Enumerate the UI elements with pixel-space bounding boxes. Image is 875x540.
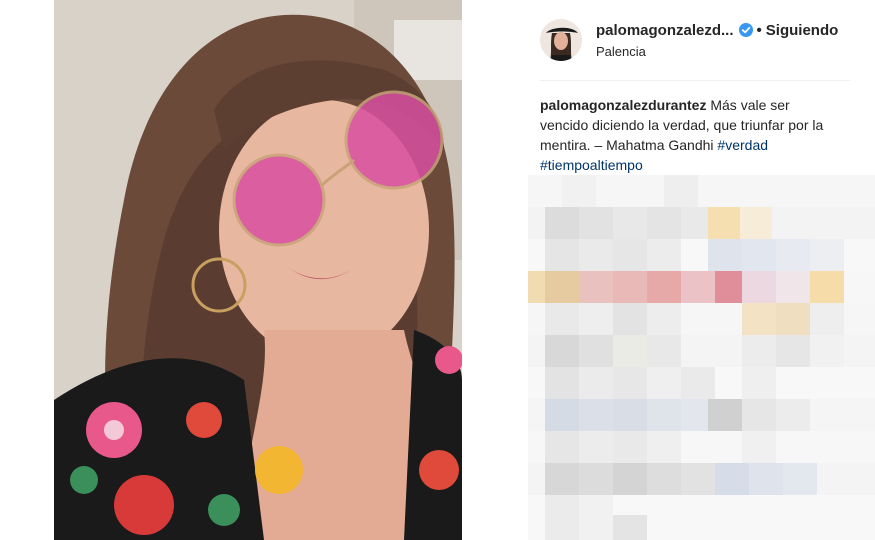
caption-username-link[interactable]: palomagonzalezdurantez xyxy=(540,97,706,113)
avatar-image xyxy=(540,19,582,61)
header-text: palomagonzalezd... • Siguiendo Palencia xyxy=(596,22,838,59)
follow-status-button[interactable]: Siguiendo xyxy=(766,22,839,39)
post-header: palomagonzalezd... • Siguiendo Palencia xyxy=(540,14,855,66)
location-link[interactable]: Palencia xyxy=(596,44,838,59)
hashtag-link[interactable]: #tiempoaltiempo xyxy=(540,157,643,173)
post-photo-image xyxy=(54,0,462,540)
blurred-comments xyxy=(528,175,875,540)
post-photo[interactable] xyxy=(54,0,462,540)
username-link[interactable]: palomagonzalezd... xyxy=(596,22,734,39)
pixelated-comments-image xyxy=(528,175,875,540)
separator-dot: • xyxy=(756,21,762,39)
avatar[interactable] xyxy=(540,19,582,61)
header-row: palomagonzalezd... • Siguiendo xyxy=(596,22,838,39)
header-divider xyxy=(540,80,850,81)
verified-badge-icon xyxy=(738,23,753,37)
hashtag-link[interactable]: #verdad xyxy=(717,137,768,153)
post-caption: palomagonzalezdurantez Más vale ser venc… xyxy=(540,95,840,175)
